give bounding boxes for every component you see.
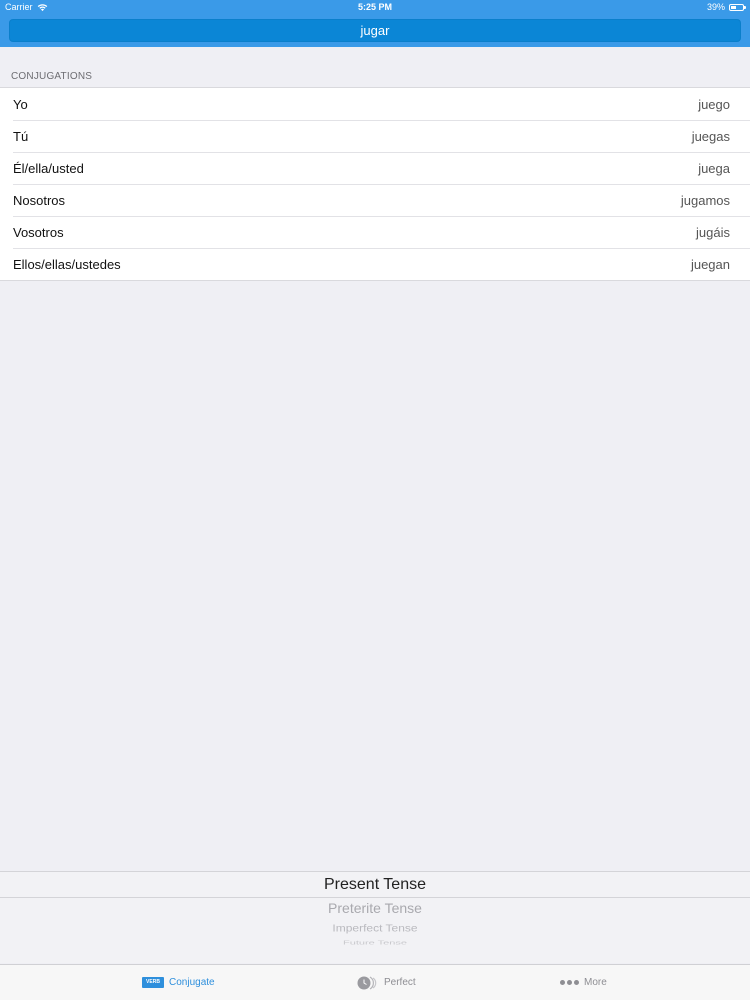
tense-option[interactable]: Future Tense [0, 940, 750, 946]
picker-divider [0, 897, 750, 898]
conjugations-list: Yo juego Tú juegas Él/ella/usted juega N… [0, 87, 750, 281]
pronoun-label: Yo [13, 96, 28, 112]
status-time: 5:25 PM [357, 2, 392, 12]
perfect-icon [357, 975, 377, 990]
tense-option[interactable]: Preterite Tense [0, 900, 750, 916]
tab-more[interactable]: More [560, 965, 607, 1000]
verb-input[interactable]: jugar [9, 19, 741, 42]
pronoun-label: Vosotros [13, 224, 64, 240]
table-row: Tú juegas [0, 120, 750, 152]
conjugated-form: juego [698, 96, 730, 112]
table-row: Ellos/ellas/ustedes juegan [0, 248, 750, 280]
battery-icon [729, 4, 746, 11]
more-dots-icon [560, 980, 579, 985]
pronoun-label: Nosotros [13, 192, 66, 208]
conjugated-form: jugamos [680, 192, 730, 208]
status-bar: Carrier 5:25 PM 39% [0, 0, 750, 14]
table-row: Yo juego [0, 88, 750, 120]
tab-bar: VERB Conjugate Perfect More [0, 964, 750, 1000]
conjugated-form: juegan [690, 256, 730, 272]
tense-picker[interactable]: Present Tense Preterite Tense Imperfect … [0, 871, 750, 963]
conjugations-header: CONJUGATIONS [11, 71, 93, 82]
pronoun-label: Él/ella/usted [13, 160, 84, 176]
picker-divider [0, 871, 750, 872]
tab-label: Perfect [384, 977, 416, 988]
tense-option[interactable]: Imperfect Tense [0, 922, 750, 934]
pronoun-label: Tú [13, 128, 29, 144]
conjugated-form: jugáis [696, 224, 730, 240]
tab-label: Conjugate [169, 977, 215, 988]
tense-option-selected[interactable]: Present Tense [0, 876, 750, 894]
conjugated-form: juega [698, 160, 730, 176]
table-row: Nosotros jugamos [0, 184, 750, 216]
conjugated-form: juegas [691, 128, 730, 144]
tab-perfect[interactable]: Perfect [357, 965, 416, 1000]
navigation-bar: Carrier 5:25 PM 39% jugar [0, 0, 750, 47]
pronoun-label: Ellos/ellas/ustedes [13, 256, 121, 272]
battery-indicator: 39% [706, 0, 746, 14]
tab-label: More [584, 977, 607, 988]
table-row: Vosotros jugáis [0, 216, 750, 248]
table-row: Él/ella/usted juega [0, 152, 750, 184]
tab-conjugate[interactable]: VERB Conjugate [142, 965, 215, 1000]
verb-icon: VERB [142, 977, 164, 988]
battery-percent: 39% [706, 2, 725, 12]
